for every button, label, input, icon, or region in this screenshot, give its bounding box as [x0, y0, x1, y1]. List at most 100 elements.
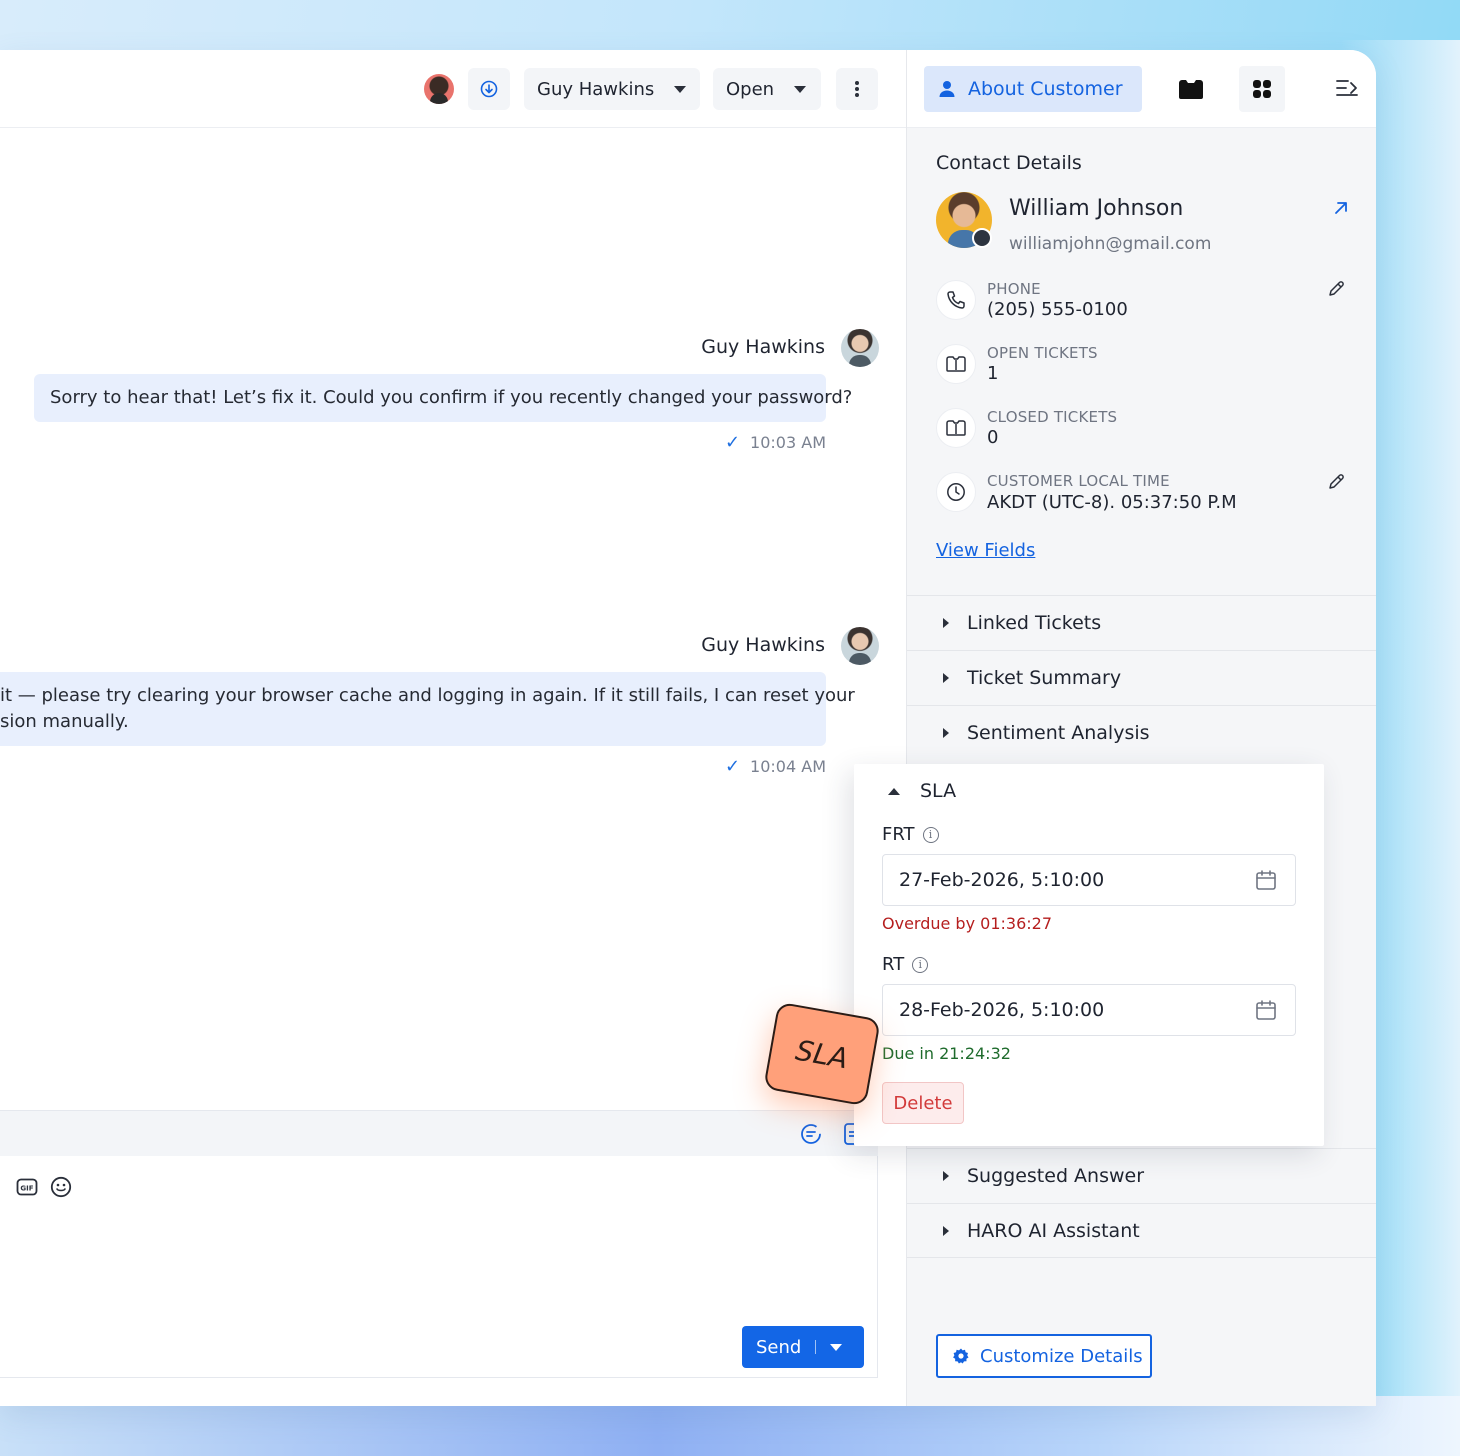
ai-chat-icon[interactable]	[800, 1123, 822, 1145]
message-text: Sorry to hear that! Let’s fix it. Could …	[50, 387, 853, 408]
status-label: Open	[726, 78, 775, 100]
accordion-label: Suggested Answer	[967, 1165, 1145, 1187]
customer-email: williamjohn@gmail.com	[1009, 234, 1212, 254]
closed-tickets-value: 0	[987, 427, 999, 448]
frt-label: FRT i	[882, 824, 939, 845]
caret-up-icon	[888, 787, 900, 795]
accordion-ticket-summary[interactable]: Ticket Summary	[907, 650, 1376, 705]
contact-details-title: Contact Details	[936, 152, 1082, 174]
status-dropdown[interactable]: Open	[713, 68, 821, 110]
caret-right-icon	[943, 673, 949, 683]
phone-icon	[947, 291, 965, 309]
phone-icon-wrap	[936, 280, 976, 320]
ticket-outline-icon	[946, 420, 966, 436]
assignee-dropdown[interactable]: Guy Hawkins	[524, 68, 700, 110]
emoji-icon[interactable]	[50, 1176, 72, 1198]
caret-right-icon	[943, 618, 949, 628]
accordion-label: Linked Tickets	[967, 612, 1102, 634]
ticket-icon	[1179, 80, 1203, 99]
chat-header: Guy Hawkins Open	[0, 50, 906, 128]
ticket-icon-wrap	[936, 344, 976, 384]
phone-value: (205) 555-0100	[987, 299, 1128, 320]
closed-tickets-label: CLOSED TICKETS	[987, 408, 1118, 426]
delete-sla-button[interactable]: Delete	[882, 1082, 964, 1124]
message-text-line: sion manually.	[0, 711, 129, 732]
local-time-label: CUSTOMER LOCAL TIME	[987, 472, 1170, 490]
accordion-label: Sentiment Analysis	[967, 722, 1150, 744]
accordion-suggested-answer[interactable]: Suggested Answer	[907, 1148, 1376, 1203]
message-bubble: Sorry to hear that! Let’s fix it. Could …	[34, 374, 852, 422]
phone-label: PHONE	[987, 280, 1041, 298]
message-timestamp: ✓ 10:03 AM	[725, 432, 826, 453]
customer-name: William Johnson	[1009, 196, 1184, 221]
frt-label-text: FRT	[882, 824, 915, 845]
chevron-down-icon[interactable]	[830, 1343, 843, 1351]
accordion-linked-tickets[interactable]: Linked Tickets	[907, 595, 1376, 650]
message-sender: Guy Hawkins	[701, 634, 825, 656]
assignee-label: Guy Hawkins	[537, 78, 655, 100]
open-tickets-label: OPEN TICKETS	[987, 344, 1098, 362]
message-sender: Guy Hawkins	[701, 336, 825, 358]
info-icon[interactable]: i	[922, 826, 939, 843]
view-fields-link[interactable]: View Fields	[936, 540, 1035, 561]
chat-pane: Guy Hawkins Open Guy Hawkins Sorry to he…	[0, 50, 906, 1406]
check-icon: ✓	[724, 756, 741, 777]
message-timestamp: ✓ 10:04 AM	[725, 756, 826, 777]
sender-avatar	[841, 627, 879, 665]
info-icon[interactable]: i	[912, 956, 929, 973]
calendar-icon[interactable]	[1255, 869, 1277, 891]
accordion-sentiment-analysis[interactable]: Sentiment Analysis	[907, 705, 1376, 760]
rt-status: Due in 21:24:32	[882, 1044, 1011, 1063]
message-text-line: it — please try clearing your browser ca…	[0, 685, 855, 706]
rt-label-text: RT	[882, 954, 905, 975]
gear-icon	[953, 1348, 969, 1364]
check-icon: ✓	[724, 432, 741, 453]
apps-grid-icon	[1253, 80, 1271, 98]
panel-tabs: About Customer	[907, 50, 1376, 128]
gif-icon[interactable]: GIF	[16, 1178, 38, 1196]
sla-header[interactable]: SLA	[888, 780, 956, 802]
more-options-button[interactable]	[836, 68, 878, 110]
chevron-down-icon	[794, 85, 807, 93]
chevron-down-icon	[674, 85, 687, 93]
sla-title: SLA	[920, 780, 957, 802]
frt-date-input[interactable]: 27-Feb-2026, 5:10:00	[882, 854, 1296, 906]
attachment-icon[interactable]	[0, 1180, 2, 1196]
accordion-label: Ticket Summary	[967, 667, 1122, 689]
send-button[interactable]: Send	[742, 1326, 864, 1368]
app-window: Guy Hawkins Open Guy Hawkins Sorry to he…	[0, 50, 1376, 1406]
caret-right-icon	[943, 1225, 949, 1236]
download-circle-icon	[480, 80, 498, 98]
external-link-icon[interactable]	[1333, 200, 1349, 216]
accordion-label: HARO AI Assistant	[967, 1219, 1140, 1242]
download-button[interactable]	[468, 68, 510, 110]
svg-text:GIF: GIF	[20, 1185, 33, 1193]
sla-sticker: SLA	[763, 1001, 881, 1107]
rt-date-input[interactable]: 28-Feb-2026, 5:10:00	[882, 984, 1296, 1036]
user-icon	[939, 81, 955, 97]
calendar-icon[interactable]	[1255, 999, 1277, 1021]
caret-right-icon	[943, 728, 949, 738]
edit-pencil-icon[interactable]	[1327, 280, 1345, 298]
edit-pencil-icon[interactable]	[1327, 473, 1345, 491]
agent-avatar[interactable]	[424, 74, 454, 104]
ticket-icon-wrap	[936, 408, 976, 448]
open-tickets-value: 1	[987, 363, 999, 384]
composer-toolbar	[0, 1110, 878, 1156]
send-divider	[815, 1340, 817, 1354]
tab-ticket[interactable]	[1168, 66, 1214, 112]
tab-apps[interactable]	[1239, 66, 1285, 112]
customer-panel: About Customer Contact Details William J…	[906, 50, 1376, 1406]
customize-label: Customize Details	[980, 1345, 1143, 1367]
clock-icon-wrap	[936, 472, 976, 512]
tab-about-customer[interactable]: About Customer	[924, 66, 1142, 112]
accordion-haro-ai[interactable]: HARO AI Assistant	[907, 1203, 1376, 1258]
customize-details-button[interactable]: Customize Details	[936, 1334, 1152, 1378]
rt-label: RT i	[882, 954, 929, 975]
message-time: 10:04 AM	[750, 757, 826, 776]
collapse-panel-icon[interactable]	[1335, 78, 1359, 98]
kebab-menu-icon	[855, 81, 859, 97]
send-label: Send	[756, 1336, 802, 1358]
avatar-badge	[972, 228, 992, 248]
frt-date-value: 27-Feb-2026, 5:10:00	[899, 869, 1105, 891]
